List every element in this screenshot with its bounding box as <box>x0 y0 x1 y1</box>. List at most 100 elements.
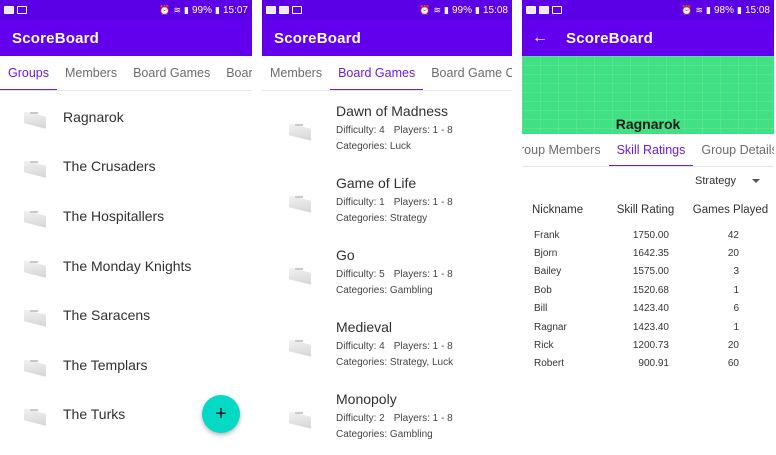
categories-label: Categories: <box>336 213 388 224</box>
signal-icon: ▮ <box>444 4 449 15</box>
games-cell: 42 <box>727 229 739 241</box>
app-bar: ScoreBoard <box>0 20 252 56</box>
list-item[interactable]: The Crusaders <box>0 142 252 192</box>
battery-icon: ▮ <box>215 4 220 15</box>
games-cell: 20 <box>727 340 739 352</box>
list-item[interactable]: Medieval Difficulty: 4 Players: 1 - 8 Cat… <box>262 309 512 381</box>
category-select[interactable]: Strategy <box>695 175 760 187</box>
difficulty-label: Difficulty: <box>336 341 377 352</box>
rating-cell: 1520.68 <box>632 284 669 296</box>
column-header-nickname: Nickname <box>532 204 584 216</box>
arrow-left-icon[interactable]: ← <box>532 29 548 47</box>
battery-percent: 98% <box>714 4 735 16</box>
tab-board-game-categories[interactable]: Board Game Ca <box>423 56 512 90</box>
difficulty-label: Difficulty: <box>336 269 377 280</box>
column-header-skill-rating: Skill Rating <box>616 204 675 216</box>
tab-board[interactable]: Board <box>218 56 252 90</box>
status-time: 15:07 <box>222 4 248 16</box>
table-row: Robert 900.91 60 <box>522 355 774 373</box>
table-row: Bailey 1575.00 3 <box>522 263 774 281</box>
players-label: Players: <box>393 197 430 208</box>
difficulty-value: 1 <box>379 197 385 208</box>
tab-group-details[interactable]: Group Details <box>693 134 774 166</box>
sms-notification-icon <box>279 6 289 14</box>
games-cell: 1 <box>733 284 739 296</box>
skill-ratings-table: Nickname Skill Rating Games Played Frank… <box>522 199 774 373</box>
image-notification-icon <box>266 6 276 14</box>
chevron-down-icon <box>752 179 760 183</box>
folder-notification-icon <box>17 6 27 14</box>
list-item[interactable]: The Hospitallers <box>0 191 252 241</box>
group-thumbnail-icon <box>22 304 52 326</box>
battery-percent: 99% <box>452 4 473 16</box>
group-name: The Crusaders <box>63 158 156 175</box>
players-label: Players: <box>393 125 430 136</box>
group-thumbnail-icon <box>22 354 52 376</box>
tab-skill-ratings[interactable]: Skill Ratings <box>608 134 694 166</box>
categories-value: Strategy <box>389 213 428 224</box>
players-value: 1 - 8 <box>432 125 453 136</box>
group-name: Ragnarok <box>63 108 124 125</box>
battery-icon: ▮ <box>475 4 480 15</box>
tab-board-games[interactable]: Board Games <box>330 56 424 90</box>
nickname-cell: Ragnar <box>534 321 567 333</box>
tab-members[interactable]: Members <box>262 56 330 90</box>
board-game-thumbnail-icon <box>287 262 317 284</box>
difficulty-label: Difficulty: <box>336 413 377 424</box>
signal-icon: ▮ <box>706 4 711 15</box>
board-game-thumbnail-icon <box>287 190 317 212</box>
tab-board-games[interactable]: Board Games <box>125 56 218 90</box>
players-value: 1 - 8 <box>432 341 453 352</box>
players-label: Players: <box>393 413 430 424</box>
nickname-cell: Bailey <box>534 266 562 278</box>
board-game-name: Game of Life <box>336 175 417 191</box>
add-group-button[interactable]: + <box>202 395 240 433</box>
list-item[interactable]: Game of Life Difficulty: 1 Players: 1 - 8… <box>262 165 512 237</box>
categories-value: Gambling <box>389 429 433 440</box>
app-bar: ScoreBoard <box>262 20 512 56</box>
group-thumbnail-icon <box>22 106 52 128</box>
app-title: ScoreBoard <box>274 29 362 47</box>
rating-cell: 1642.35 <box>632 248 669 260</box>
categories-label: Categories: <box>336 285 388 296</box>
status-bar: ⏰ ≋ ▮ 98% ▮ 15:08 <box>522 0 774 20</box>
list-item[interactable]: Go Difficulty: 5 Players: 1 - 8 Categorie… <box>262 237 512 309</box>
rating-cell: 900.91 <box>638 358 669 370</box>
group-thumbnail-icon <box>22 403 52 425</box>
groups-screen: ⏰ ≋ ▮ 99% ▮ 15:07 ScoreBoard Groups Memb… <box>0 0 252 455</box>
alarm-icon: ⏰ <box>419 4 431 15</box>
list-item[interactable]: The Templars <box>0 340 252 390</box>
app-title: ScoreBoard <box>566 29 654 47</box>
battery-percent: 99% <box>192 4 213 16</box>
list-item[interactable]: The Saracens <box>0 290 252 340</box>
difficulty-value: 2 <box>379 413 385 424</box>
table-row: Bill 1423.40 6 <box>522 300 774 318</box>
nickname-cell: Bill <box>534 303 548 315</box>
wifi-icon: ≋ <box>173 4 182 15</box>
list-item[interactable]: Monopoly Difficulty: 2 Players: 1 - 8 Cat… <box>262 381 512 453</box>
rating-cell: 1575.00 <box>632 266 669 278</box>
group-thumbnail-icon <box>22 155 52 177</box>
group-name: The Templars <box>63 356 148 373</box>
status-bar: ⏰ ≋ ▮ 99% ▮ 15:07 <box>0 0 252 20</box>
status-time: 15:08 <box>744 4 770 16</box>
list-item[interactable]: The Monday Knights <box>0 241 252 291</box>
categories-label: Categories: <box>336 141 388 152</box>
column-header-games-played: Games Played <box>692 204 769 216</box>
group-thumbnail-icon <box>22 255 52 277</box>
categories-value: Strategy, Luck <box>389 357 454 368</box>
wifi-icon: ≋ <box>695 4 704 15</box>
board-game-thumbnail-icon <box>287 118 317 140</box>
tab-group-members[interactable]: roup Members <box>522 134 609 166</box>
list-item[interactable]: Dawn of Madness Difficulty: 4 Players: 1 … <box>262 93 512 165</box>
board-games-list: Dawn of Madness Difficulty: 4 Players: 1 … <box>262 91 512 453</box>
games-cell: 20 <box>727 248 739 260</box>
app-title: ScoreBoard <box>12 29 100 47</box>
tab-members[interactable]: Members <box>57 56 125 90</box>
list-item[interactable]: Ragnarok <box>0 92 252 142</box>
table-row: Frank 1750.00 42 <box>522 226 774 244</box>
board-game-thumbnail-icon <box>287 406 317 428</box>
signal-icon: ▮ <box>184 4 189 15</box>
tab-groups[interactable]: Groups <box>0 56 57 90</box>
tab-bar: roup Members Skill Ratings Group Details <box>522 134 774 167</box>
